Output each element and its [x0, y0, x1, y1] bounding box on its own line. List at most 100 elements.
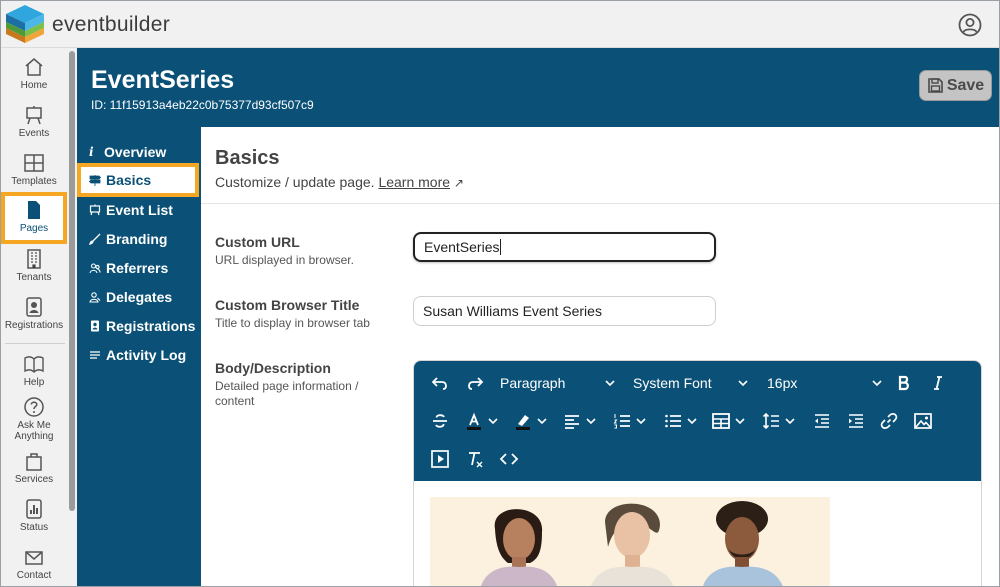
subnav-item-registrations[interactable]: Registrations [77, 311, 201, 340]
bullet-list-icon [665, 414, 681, 428]
app-window: eventbuilder Home Events Templates Pages… [0, 0, 1000, 587]
rich-text-editor[interactable]: Paragraph System Font 16px [413, 360, 982, 586]
chevron-down-icon [872, 380, 882, 387]
line-height-icon [762, 412, 779, 430]
rail-item-label: Help [23, 377, 45, 388]
align-left-icon [565, 415, 579, 429]
subnav-item-referrers[interactable]: Referrers [77, 253, 201, 282]
save-button[interactable]: Save [919, 70, 992, 101]
bullet-list-button[interactable] [663, 411, 697, 431]
subnav-item-event-list[interactable]: Event List [77, 195, 201, 224]
rail-item-status[interactable]: Status [1, 498, 67, 546]
browser-title-label: Custom Browser Title [215, 297, 360, 313]
user-account-icon[interactable] [958, 13, 982, 37]
rail-item-tenants[interactable]: Tenants [1, 248, 67, 296]
browser-title-input[interactable]: Susan Williams Event Series [413, 296, 716, 326]
rail-item-home[interactable]: Home [1, 56, 67, 104]
image-icon [914, 413, 932, 429]
highlight-color-button[interactable] [513, 411, 547, 431]
numbered-list-button[interactable] [612, 411, 646, 431]
redo-button[interactable] [465, 373, 485, 393]
chevron-down-icon [488, 418, 498, 425]
block-format-value: Paragraph [500, 375, 566, 391]
undo-button[interactable] [430, 373, 450, 393]
bag-icon [26, 453, 42, 471]
main-content: Basics Customize / update page. Learn mo… [201, 127, 999, 586]
bold-icon [898, 375, 909, 391]
subnav-item-branding[interactable]: Branding [77, 224, 201, 253]
signpost-icon [89, 175, 101, 186]
line-height-button[interactable] [761, 411, 795, 431]
section-subtitle-text: Customize / update page. [215, 174, 375, 190]
italic-button[interactable] [928, 373, 948, 393]
users-icon [89, 262, 101, 273]
page-section-nav: i Overview Basics Event List Branding Re… [77, 127, 201, 586]
highlighter-icon [516, 415, 530, 430]
image-button[interactable] [913, 411, 933, 431]
align-button[interactable] [562, 411, 596, 431]
body-description-help: Detailed page information / content [215, 379, 359, 408]
page-title: EventSeries [91, 66, 235, 94]
editor-content[interactable] [414, 481, 981, 586]
subnav-item-label: Activity Log [106, 346, 187, 363]
outdent-button[interactable] [812, 411, 832, 431]
rail-item-pages[interactable]: Pages [1, 192, 67, 244]
brand-name: eventbuilder [52, 13, 171, 36]
source-code-button[interactable] [499, 449, 519, 469]
chevron-down-icon [586, 418, 596, 425]
rail-item-services[interactable]: Services [1, 450, 67, 498]
rail-item-label: Contact [16, 570, 52, 581]
chevron-down-icon [605, 380, 615, 387]
rail-item-ask-me-anything[interactable]: Ask Me Anything [1, 396, 67, 442]
subnav-item-delegates[interactable]: Delegates [77, 282, 201, 311]
editor-toolbar: Paragraph System Font 16px [414, 361, 981, 481]
easel-icon [26, 106, 42, 125]
table-button[interactable] [711, 411, 745, 431]
rail-item-label: Events [18, 128, 50, 139]
learn-more-link[interactable]: Learn more [378, 174, 450, 190]
font-size-select[interactable]: 16px [767, 375, 882, 391]
text-color-button[interactable] [464, 411, 498, 431]
subnav-item-basics[interactable]: Basics [77, 163, 199, 197]
chevron-down-icon [738, 380, 748, 387]
home-icon [25, 58, 43, 76]
easel-icon [89, 204, 101, 215]
delegate-icon [89, 291, 101, 303]
rail-item-contact[interactable]: Contact [1, 546, 67, 586]
id-card-icon [91, 320, 99, 331]
section-subtitle: Customize / update page. Learn more ↗ [215, 174, 464, 190]
section-divider [201, 203, 999, 204]
subnav-item-label: Delegates [106, 288, 173, 305]
link-button[interactable] [879, 411, 899, 431]
rail-scrollbar-thumb[interactable] [69, 51, 75, 511]
text-caret [500, 239, 502, 255]
numbered-list-icon [613, 414, 630, 429]
page-id: ID: 11f15913a4eb22c0b75377d93cf507c9 [91, 98, 314, 112]
clear-formatting-button[interactable] [465, 449, 485, 469]
top-bar: eventbuilder [1, 1, 999, 48]
strikethrough-icon [433, 414, 447, 428]
subnav-item-label: Overview [104, 143, 167, 160]
bold-button[interactable] [894, 373, 914, 393]
rail-item-registrations[interactable]: Registrations [1, 296, 67, 344]
table-icon [712, 413, 730, 429]
rail-item-help[interactable]: Help [1, 353, 67, 401]
subnav-item-activity-log[interactable]: Activity Log [77, 340, 201, 369]
strikethrough-button[interactable] [430, 411, 450, 431]
video-icon [431, 450, 449, 468]
indent-button[interactable] [846, 411, 866, 431]
question-icon [24, 397, 44, 417]
rail-item-events[interactable]: Events [1, 104, 67, 152]
subnav-item-overview[interactable]: i Overview [77, 137, 201, 166]
font-family-select[interactable]: System Font [633, 375, 748, 391]
block-format-select[interactable]: Paragraph [500, 375, 615, 391]
rail-item-label: Templates [11, 176, 57, 187]
templates-icon [24, 154, 44, 172]
people-photo [430, 497, 830, 586]
custom-url-input[interactable]: EventSeries [413, 232, 716, 262]
brush-icon [89, 233, 101, 245]
media-button[interactable] [430, 449, 450, 469]
external-link-icon: ↗ [453, 176, 464, 190]
chevron-down-icon [687, 418, 697, 425]
italic-icon [934, 376, 942, 390]
